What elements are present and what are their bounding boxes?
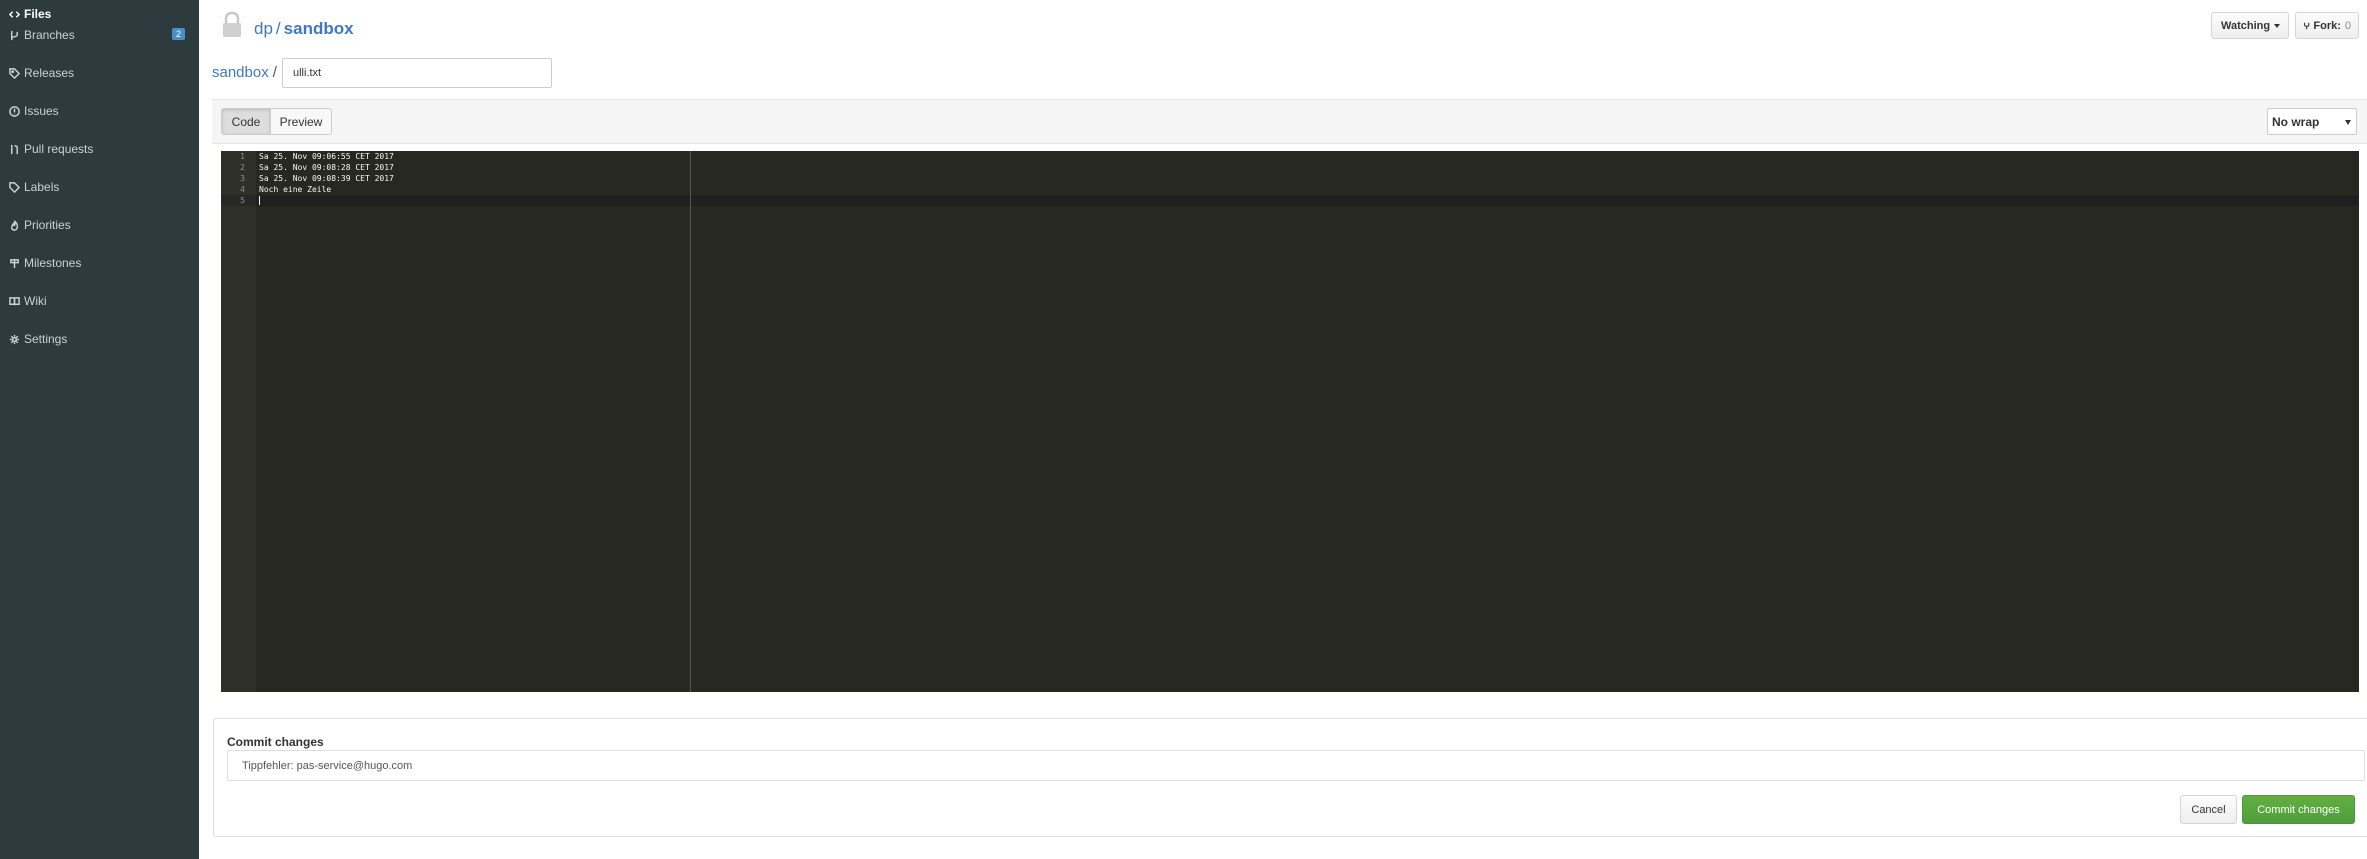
book-icon [8,295,20,307]
editor-toolbar: Code Preview No wrap [212,99,2367,144]
filename-input[interactable] [282,58,552,88]
commit-changes-button[interactable]: Commit changes [2242,795,2355,824]
tag-icon [8,67,20,79]
wrap-mode-value: No wrap [2272,114,2320,129]
fork-button[interactable]: Fork: 0 [2295,12,2359,39]
repo-owner-link[interactable]: dp [254,19,273,38]
sidebar-item-pull-requests[interactable]: Pull requests [0,130,199,168]
repo-name-link[interactable]: sandbox [284,19,354,38]
sidebar-item-label: Wiki [24,294,47,308]
wrap-mode-select[interactable]: No wrap [2267,108,2357,135]
watch-button-label: Watching [2221,19,2271,32]
sidebar-item-label: Labels [24,180,60,194]
issue-icon [8,105,20,117]
tab-preview[interactable]: Preview [270,108,332,135]
print-margin [690,151,691,692]
editor-gutter [221,151,256,692]
watch-button[interactable]: Watching [2211,12,2289,39]
code-line: Sa 25. Nov 09:06:55 CET 2017 [259,152,394,161]
sidebar-item-labels[interactable]: Labels [0,168,199,206]
sidebar-item-label: Priorities [24,218,71,232]
commit-message-input[interactable] [227,750,2365,781]
tab-code[interactable]: Code [221,108,271,135]
fork-button-label: Fork: [2313,19,2341,32]
lock-icon [223,11,241,37]
commit-panel: Commit changes Cancel Commit changes [213,718,2367,837]
sidebar-item-label: Pull requests [24,142,94,156]
line-number: 3 [240,174,245,183]
sidebar-item-label: Releases [24,66,75,80]
sidebar-item-label: Settings [24,332,68,346]
pull-request-icon [8,143,20,155]
sidebar-item-wiki[interactable]: Wiki [0,282,199,320]
sidebar-item-label: Issues [24,104,59,118]
milestone-icon [8,257,20,269]
sidebar-item-settings[interactable]: Settings [0,320,199,358]
code-line: Sa 25. Nov 09:08:28 CET 2017 [259,163,394,172]
active-line-highlight [256,195,2359,206]
code-line: Noch eine Zeile [259,185,332,194]
fork-icon [2304,22,2310,29]
commit-title: Commit changes [227,735,324,749]
sidebar-item-priorities[interactable]: Priorities [0,206,199,244]
text-cursor [259,196,260,205]
line-number: 5 [240,196,245,205]
sidebar-item-label: Milestones [24,256,82,270]
repo-title-separator: / [275,19,281,38]
sidebar: Files Branches 2 Releases Issues Pull re… [0,0,199,859]
sidebar-item-releases[interactable]: Releases [0,54,199,92]
label-icon [8,181,20,193]
chevron-down-icon [2274,23,2281,28]
flame-icon [8,219,20,231]
sidebar-item-label: Branches [24,28,75,42]
sidebar-item-issues[interactable]: Issues [0,92,199,130]
code-editor[interactable]: 1 Sa 25. Nov 09:06:55 CET 2017 2 Sa 25. … [221,151,2359,692]
code-line: Sa 25. Nov 09:08:39 CET 2017 [259,174,394,183]
repo-title: dp / sandbox [254,19,354,39]
branch-count-badge: 2 [171,28,185,40]
cancel-button[interactable]: Cancel [2180,795,2237,824]
line-number: 4 [240,185,245,194]
breadcrumb-separator: / [272,64,277,81]
line-number: 1 [240,152,245,161]
sidebar-item-branches[interactable]: Branches 2 [0,16,199,54]
branch-icon [8,29,20,41]
fork-count: 0 [2344,19,2351,32]
sidebar-item-milestones[interactable]: Milestones [0,244,199,282]
breadcrumb-repo-link[interactable]: sandbox [212,64,269,81]
line-number: 2 [240,163,245,172]
gear-icon [8,333,20,345]
breadcrumb: sandbox / [212,64,277,81]
chevron-down-icon [2345,120,2351,125]
